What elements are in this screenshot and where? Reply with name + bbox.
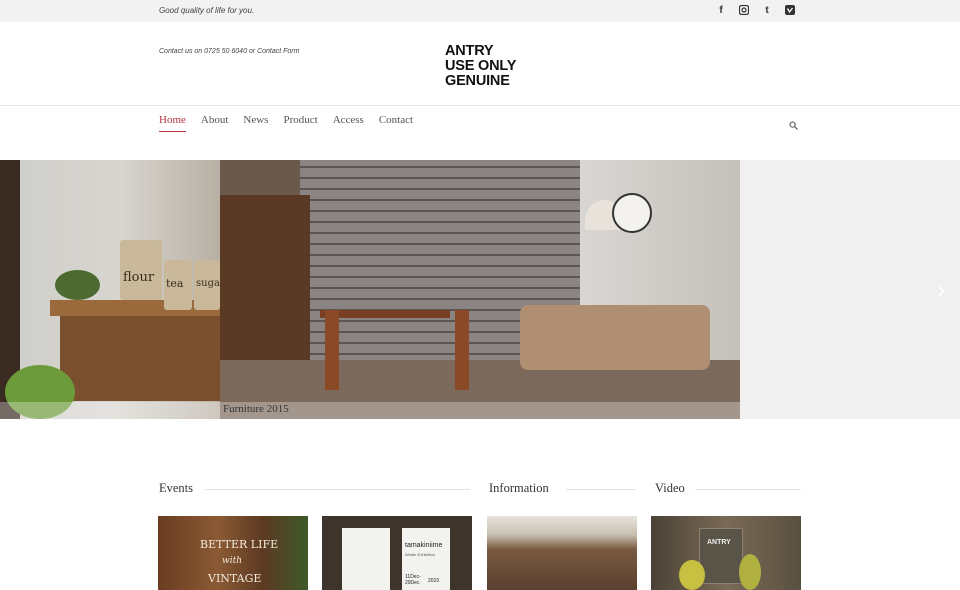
thumb-text: VINTAGE [208, 572, 262, 585]
slide-current-image [220, 160, 740, 419]
chair [455, 310, 469, 390]
poster-left [342, 528, 390, 590]
slide-previous-image: flour tea sugar [0, 160, 225, 419]
site-header: Contact us on 0725 50 6040 or Contact Fo… [0, 22, 960, 106]
nav-item-product[interactable]: Product [283, 114, 317, 132]
nav-item-news[interactable]: News [243, 114, 268, 132]
contact-info[interactable]: Contact us on 0725 50 6040 or Contact Fo… [159, 48, 299, 55]
section-divider [695, 489, 801, 490]
logo-line-3: GENUINE [445, 73, 510, 89]
search-icon[interactable] [789, 117, 798, 130]
nav-item-contact[interactable]: Contact [379, 114, 413, 132]
vimeo-icon[interactable] [784, 5, 796, 18]
logo-line-2: USE ONLY [445, 58, 517, 74]
thumb-text: with [222, 556, 242, 566]
wall-clock [612, 193, 652, 233]
flowers [679, 560, 705, 590]
section-title-video: Video [655, 481, 685, 495]
slide-caption: Furniture 2015 [223, 403, 289, 415]
section-divider [205, 489, 470, 490]
main-nav: Home About News Product Access Contact [159, 114, 413, 132]
video-thumbnail[interactable]: ANTRY [651, 516, 801, 590]
plant [55, 270, 100, 300]
hero-slider[interactable]: flour tea sugar › [0, 160, 960, 419]
section-title-events: Events [159, 481, 194, 495]
site-logo[interactable]: ANTRY USE ONLY GENUINE [445, 44, 516, 89]
nav-item-home[interactable]: Home [159, 114, 186, 132]
thumb-text: BETTER LIFE [200, 538, 279, 551]
flowers [739, 554, 761, 590]
nav-item-access[interactable]: Access [333, 114, 364, 132]
instagram-icon[interactable] [738, 4, 750, 18]
jar-label: tea [166, 277, 184, 290]
poster-title: tamakiniime [405, 542, 443, 549]
poster-year: 2015 [428, 578, 440, 584]
chair [325, 310, 339, 390]
information-thumbnail[interactable] [487, 516, 637, 590]
sofa [520, 305, 710, 370]
poster-subtitle: Winter Exhibition [405, 552, 436, 557]
caption-bar [0, 402, 740, 419]
jar-label: flour [123, 270, 155, 285]
section-title-information: Information [489, 481, 549, 495]
sign-board: ANTRY [699, 528, 743, 584]
facebook-icon[interactable]: f [715, 5, 727, 16]
kitchen-cabinet [60, 316, 220, 401]
nav-item-about[interactable]: About [201, 114, 229, 132]
sign-text: ANTRY [707, 539, 731, 546]
section-divider [566, 489, 636, 490]
chevron-right-icon[interactable]: › [936, 276, 946, 306]
events-thumbnail-1[interactable]: BETTER LIFE with VINTAGE [158, 516, 308, 590]
tagline: Good quality of life for you. [159, 6, 255, 15]
logo-line-1: ANTRY [445, 43, 494, 59]
dining-table [320, 310, 450, 318]
events-thumbnail-2[interactable]: tamakiniime Winter Exhibition 11Dec- 29D… [322, 516, 472, 590]
poster-date: 29Dec [405, 580, 420, 586]
poster-right: tamakiniime Winter Exhibition 11Dec- 29D… [402, 528, 450, 590]
tumblr-icon[interactable]: t [761, 5, 773, 16]
top-bar: Good quality of life for you. f t [0, 0, 960, 22]
